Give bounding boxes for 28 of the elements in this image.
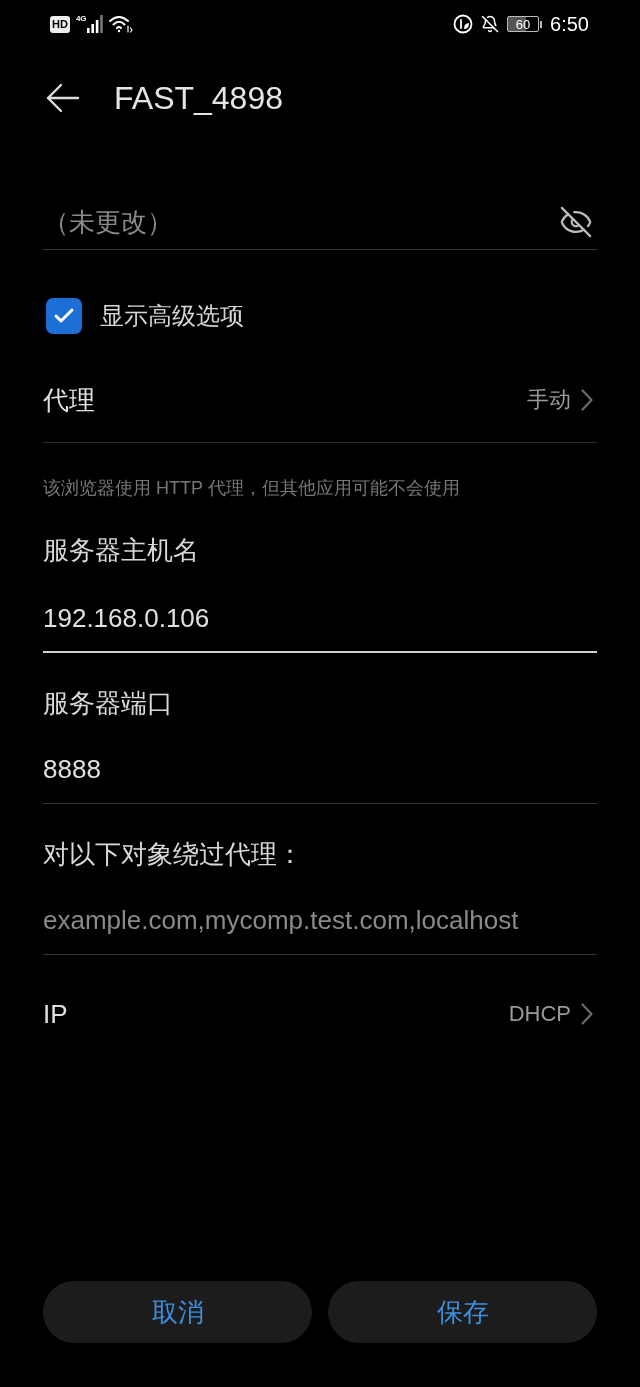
bypass-field[interactable]: example.com,mycomp.test.com,localhost: [43, 887, 597, 955]
signal-bars-icon: [86, 15, 103, 33]
chevron-right-icon: [581, 1003, 593, 1025]
proxy-label: 代理: [43, 387, 95, 413]
ip-mode-value[interactable]: DHCP: [508, 1003, 571, 1025]
notifications-off-icon: [481, 15, 500, 33]
proxy-hint-text: 该浏览器使用 HTTP 代理，但其他应用可能不会使用: [43, 477, 461, 500]
checkbox[interactable]: [46, 298, 82, 334]
save-button[interactable]: 保存: [328, 1281, 597, 1343]
hd-badge: HD: [50, 15, 70, 33]
port-field[interactable]: 8888: [43, 736, 597, 804]
cancel-button[interactable]: 取消: [43, 1281, 312, 1343]
port-label: 服务器端口: [43, 687, 174, 719]
battery-indicator: 60: [507, 16, 543, 32]
wifi-icon: [108, 15, 133, 33]
network-type-text: 4G: [75, 15, 87, 23]
ip-label: IP: [43, 1001, 68, 1027]
advanced-options-label[interactable]: 显示高级选项: [100, 304, 244, 328]
clock-time: 6:50: [550, 14, 589, 34]
chevron-right-icon: [581, 389, 593, 411]
bypass-label: 对以下对象绕过代理：: [43, 838, 304, 870]
back-arrow-icon[interactable]: [46, 83, 80, 113]
password-field[interactable]: （未更改）: [43, 195, 555, 249]
proxy-mode-value[interactable]: 手动: [527, 389, 571, 411]
hostname-field[interactable]: 192.168.0.106: [43, 585, 597, 653]
hostname-label: 服务器主机名: [43, 534, 200, 566]
leaf-badge-icon: [453, 14, 474, 34]
network-title: FAST_4898: [114, 82, 283, 114]
